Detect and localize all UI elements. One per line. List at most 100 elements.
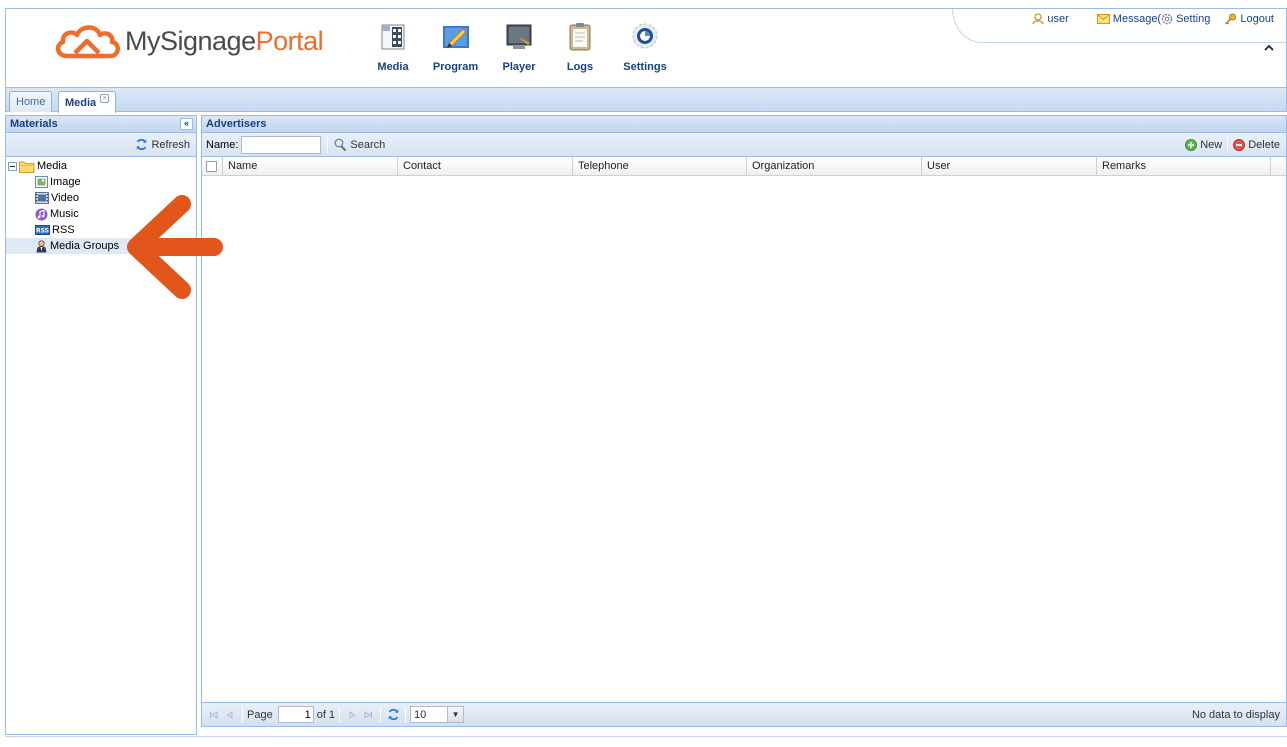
player-icon — [506, 24, 532, 49]
logs-icon — [569, 23, 591, 51]
message-link-label: Message( — [1112, 13, 1162, 25]
chevron-down-icon: ▼ — [447, 707, 464, 722]
materials-panel-title: Materials — [10, 118, 58, 130]
setting-link[interactable]: Setting — [1161, 13, 1210, 25]
user-bar: user Message( Setting Logout — [952, 9, 1286, 43]
page-total-label: of 1 — [316, 708, 336, 721]
app-logo[interactable]: MySignagePortal — [53, 21, 324, 61]
nav-player-label: Player — [502, 61, 536, 73]
delete-button[interactable]: Delete — [1233, 138, 1280, 151]
refresh-button[interactable]: Refresh — [135, 138, 190, 151]
folder-icon — [19, 161, 35, 173]
nav-logs[interactable]: Logs — [549, 21, 611, 73]
nav-logs-label: Logs — [566, 61, 594, 73]
new-button[interactable]: New — [1185, 138, 1223, 151]
last-page-icon[interactable] — [360, 707, 376, 723]
tree-node-video-label: Video — [51, 192, 79, 204]
key-icon — [1225, 13, 1237, 25]
refresh-button-label: Refresh — [151, 138, 190, 151]
column-header-telephone[interactable]: Telephone — [573, 157, 747, 175]
logo-text-part1: MySignage — [125, 25, 256, 56]
tree-node-rss-label: RSS — [52, 224, 75, 236]
nav-media[interactable]: Media — [364, 21, 422, 73]
nav-settings[interactable]: Settings — [611, 21, 679, 73]
tree-node-media[interactable]: Media — [6, 158, 196, 174]
tab-close-icon[interactable]: × — [100, 94, 110, 103]
user-link-label: user — [1047, 13, 1069, 25]
music-icon — [35, 208, 48, 220]
nav-media-label: Media — [377, 61, 409, 73]
column-header-organization[interactable]: Organization — [747, 157, 922, 175]
main-nav: Media Program Player Logs Settings — [364, 21, 679, 73]
user-link[interactable]: user — [1032, 13, 1069, 25]
rss-icon: RSS — [35, 225, 50, 235]
tab-strip: Home Media × — [5, 87, 1287, 113]
tree-node-image[interactable]: Image — [6, 174, 196, 190]
collapse-header-icon[interactable] — [1262, 41, 1276, 55]
bottom-strip — [5, 736, 1287, 747]
page-size-value: 10 — [414, 708, 427, 721]
column-header-remarks[interactable]: Remarks — [1097, 157, 1271, 175]
tree-node-media-label: Media — [37, 160, 67, 172]
logo-text: MySignagePortal — [125, 25, 324, 57]
annotation-arrow-icon — [127, 195, 223, 299]
pager-separator — [339, 706, 341, 723]
tab-media[interactable]: Media × — [58, 91, 117, 113]
nav-player[interactable]: Player — [489, 21, 549, 73]
new-button-label: New — [1200, 138, 1223, 151]
logout-link-label: Logout — [1240, 13, 1274, 25]
gear-icon — [1161, 13, 1173, 25]
materials-toolbar: Refresh — [6, 133, 196, 157]
nav-program-label: Program — [432, 61, 479, 73]
next-page-icon[interactable] — [344, 707, 360, 723]
nav-settings-label: Settings — [623, 61, 667, 73]
nav-program[interactable]: Program — [422, 21, 489, 73]
program-icon — [442, 26, 469, 48]
video-icon — [35, 192, 49, 204]
refresh-icon — [136, 138, 147, 151]
pager-separator — [242, 706, 243, 723]
grid-header: Name Contact Telephone Organization User… — [202, 157, 1286, 176]
advertisers-panel-header: Advertisers — [202, 116, 1286, 133]
name-filter-input[interactable] — [241, 135, 322, 154]
toolbar-separator — [327, 136, 329, 153]
toolbar-separator — [1227, 136, 1229, 153]
svg-text:RSS: RSS — [36, 228, 49, 235]
advertisers-panel-title: Advertisers — [206, 118, 267, 130]
tree-node-music-label: Music — [50, 208, 79, 220]
column-header-name[interactable]: Name — [223, 157, 398, 175]
collapse-left-icon[interactable]: « — [180, 118, 193, 130]
envelope-icon — [1096, 14, 1110, 24]
column-header-contact[interactable]: Contact — [398, 157, 573, 175]
reload-icon[interactable] — [385, 707, 401, 723]
first-page-icon[interactable] — [206, 707, 222, 723]
add-icon — [1185, 138, 1198, 151]
tree-node-image-label: Image — [50, 176, 81, 188]
logout-link[interactable]: Logout — [1224, 13, 1274, 25]
pager-separator — [405, 706, 407, 723]
select-all-checkbox[interactable] — [206, 161, 217, 172]
logo-text-part2: Portal — [255, 25, 324, 56]
page-size-select[interactable]: 10 ▼ — [410, 706, 465, 723]
app-header: MySignagePortal Media Program Player Log… — [5, 8, 1287, 88]
message-link[interactable]: Message( — [1096, 13, 1162, 25]
tab-media-label: Media — [65, 96, 97, 109]
tab-home[interactable]: Home — [9, 91, 53, 112]
setting-link-label: Setting — [1176, 13, 1211, 25]
name-filter-label: Name: — [206, 138, 239, 151]
search-button-label: Search — [350, 138, 386, 151]
search-button[interactable]: Search — [334, 138, 385, 151]
materials-panel-header: Materials « — [6, 116, 196, 133]
collapse-tree-icon[interactable] — [8, 161, 17, 171]
page-number-input[interactable] — [277, 706, 314, 723]
delete-icon — [1233, 138, 1246, 151]
grid-body — [202, 179, 1286, 701]
tab-home-label: Home — [16, 96, 46, 108]
page-label: Page — [247, 708, 273, 721]
column-header-user[interactable]: User — [922, 157, 1097, 175]
settings-icon — [632, 23, 658, 49]
user-icon — [1032, 13, 1045, 25]
paging-status: No data to display — [1191, 708, 1280, 721]
prev-page-icon[interactable] — [222, 707, 238, 723]
group-user-icon — [36, 239, 47, 252]
